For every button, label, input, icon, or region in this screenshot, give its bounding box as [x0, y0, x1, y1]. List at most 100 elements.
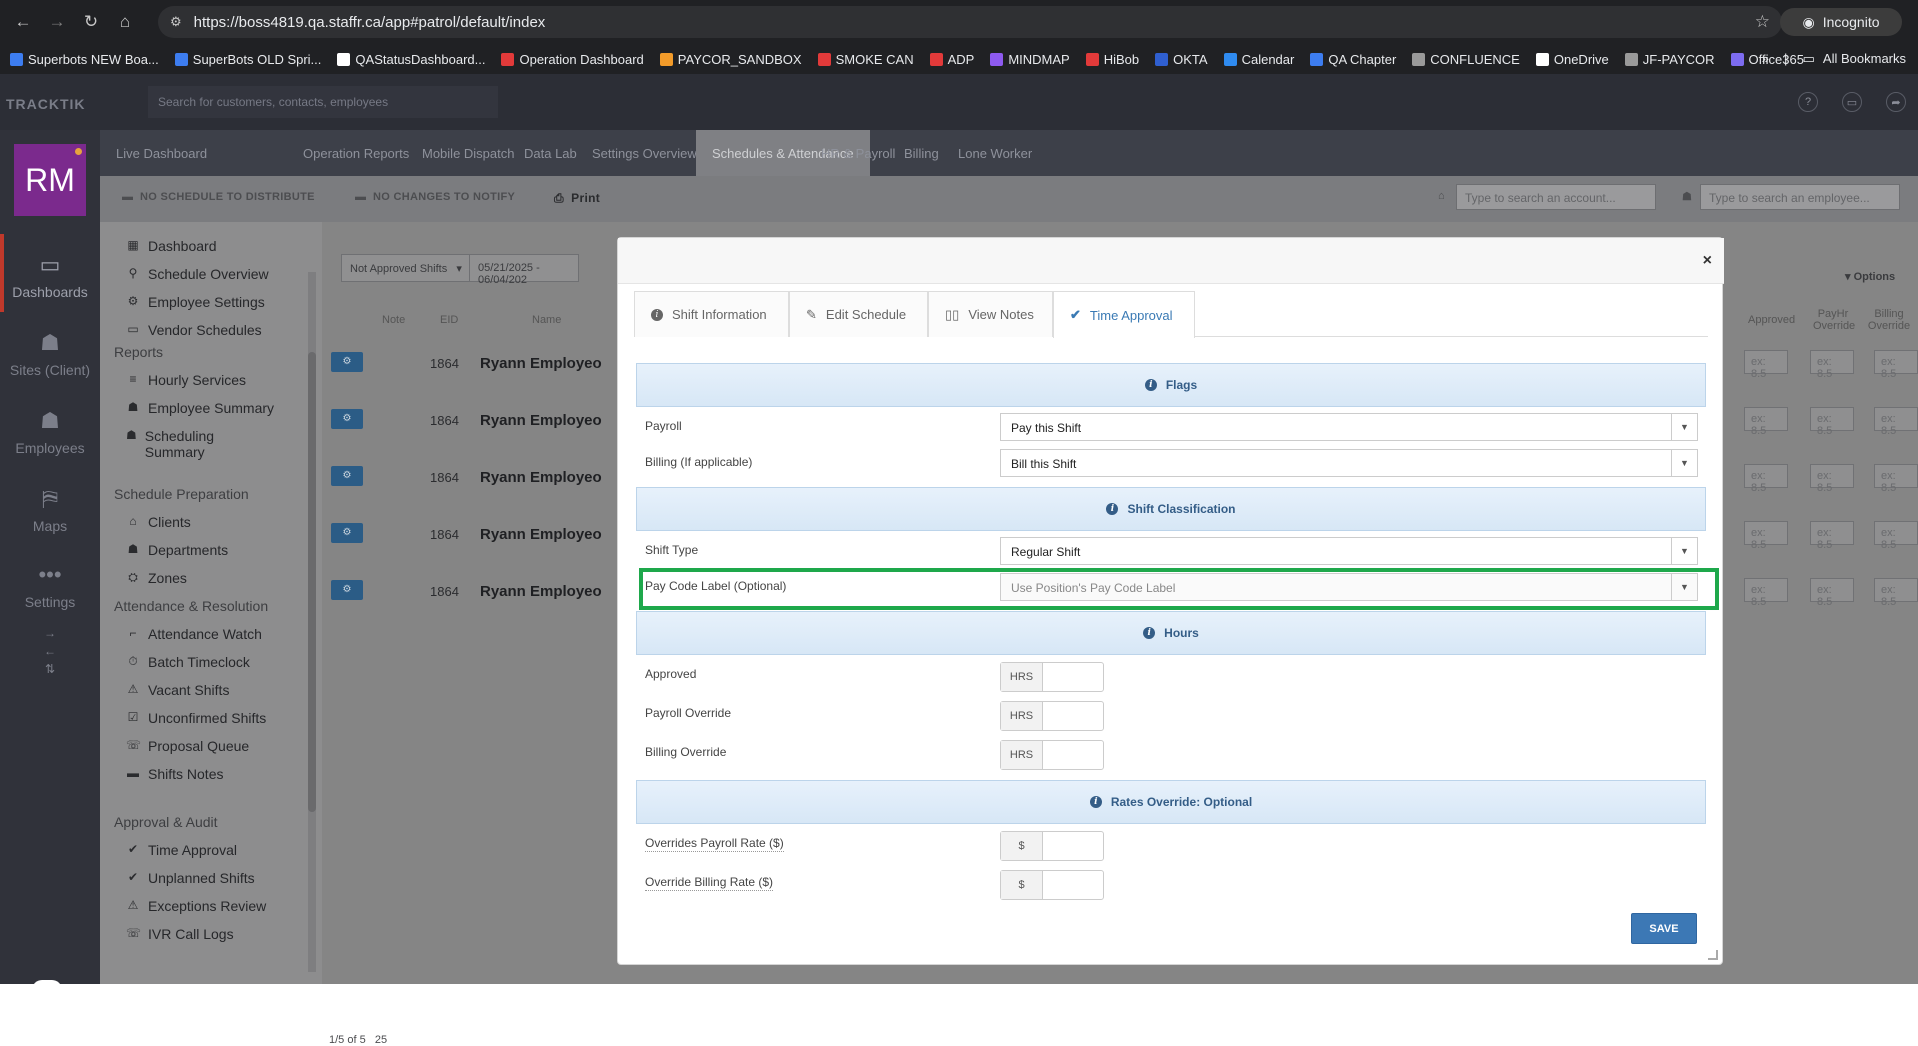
sidebar-item-ivr-call-logs[interactable]: ☏ IVR Call Logs: [126, 926, 234, 942]
sidebar-item-unplanned-shifts[interactable]: ✔ Unplanned Shifts: [126, 870, 255, 886]
forward-icon[interactable]: →: [46, 11, 68, 33]
save-button[interactable]: SAVE: [1631, 913, 1697, 944]
close-icon[interactable]: ×: [1703, 252, 1712, 270]
nav-maps[interactable]: ⛿ Maps: [0, 486, 100, 534]
sidebar-item-dashboard[interactable]: ▦ Dashboard: [126, 238, 216, 254]
address-bar[interactable]: ⚙ https://boss4819.qa.staffr.ca/app#patr…: [158, 6, 1782, 38]
sidebar-item-employee-settings[interactable]: ⚙ Employee Settings: [126, 294, 265, 310]
sidebar-item-departments[interactable]: ☗ Departments: [126, 542, 229, 558]
tab-lone-worker[interactable]: Lone Worker: [958, 130, 1032, 176]
site-info-icon[interactable]: ⚙: [170, 14, 182, 30]
payroll-override-input[interactable]: HRS: [1000, 701, 1104, 731]
tab-settings-overview[interactable]: Settings Overview: [592, 130, 697, 176]
bookmark-star-icon[interactable]: ☆: [1755, 12, 1770, 32]
sidebar-item-unconfirmed-shifts[interactable]: ☑ Unconfirmed Shifts: [126, 710, 267, 726]
nav-sites[interactable]: ☗ Sites (Client): [0, 330, 100, 378]
employee-search-input[interactable]: Type to search an employee...: [1700, 184, 1900, 210]
payhr-override-input[interactable]: ex: 8.5: [1810, 350, 1854, 380]
payhr-override-input[interactable]: ex: 8.5: [1810, 464, 1854, 494]
bookmark-item[interactable]: ADP: [929, 52, 974, 67]
tab-mobile-dispatch[interactable]: Mobile Dispatch: [422, 130, 515, 176]
sidebar-item-schedule-overview[interactable]: ⚲ Schedule Overview: [126, 266, 269, 282]
no-schedule-button[interactable]: ▬ NO SCHEDULE TO DISTRIBUTE: [122, 191, 315, 203]
payroll-select[interactable]: Pay this Shift ▼: [1000, 413, 1698, 441]
payhr-override-input[interactable]: ex: 8.5: [1810, 407, 1854, 437]
nav-dashboards[interactable]: ▭ Dashboards: [0, 252, 100, 300]
date-range-input[interactable]: 05/21/2025 - 06/04/202: [469, 254, 579, 286]
payhr-override-input[interactable]: ex: 8.5: [1810, 578, 1854, 608]
bookmark-item[interactable]: CONFLUENCE: [1412, 52, 1520, 67]
nav-settings[interactable]: ••• Settings: [0, 562, 100, 610]
approved-input[interactable]: ex: 8.5: [1744, 521, 1788, 551]
help-icon[interactable]: ?: [1798, 92, 1818, 112]
sidebar-item-time-approval[interactable]: ✔ Time Approval: [126, 842, 237, 858]
nav-arrows-icon[interactable]: → ← ⇅: [0, 624, 100, 678]
reload-icon[interactable]: ↻: [80, 11, 102, 33]
row-action-button[interactable]: ⚙: [331, 409, 363, 429]
tab-view-notes[interactable]: ▯▯ View Notes: [928, 291, 1053, 337]
all-bookmarks[interactable]: » | ▭ All Bookmarks: [1762, 51, 1906, 67]
bookmark-item[interactable]: QAStatusDashboard...: [337, 52, 485, 67]
bookmark-item[interactable]: OKTA: [1155, 52, 1208, 67]
sidebar-item-hourly-services[interactable]: ≡ Hourly Services: [126, 372, 246, 388]
bookmark-item[interactable]: Calendar: [1223, 52, 1294, 67]
bookmark-item[interactable]: QA Chapter: [1310, 52, 1396, 67]
bookmark-item[interactable]: JF-PAYCOR: [1624, 52, 1715, 67]
sidebar-item-zones[interactable]: ⛭ Zones: [126, 570, 187, 586]
global-search-input[interactable]: Search for customers, contacts, employee…: [148, 86, 498, 118]
display-icon[interactable]: ▭: [1842, 92, 1862, 112]
nav-employees[interactable]: ☗ Employees: [0, 408, 100, 456]
home-icon[interactable]: ⌂: [114, 11, 136, 33]
sidebar-item-clients[interactable]: ⌂ Clients: [126, 514, 190, 530]
sidebar-item-attendance-watch[interactable]: ⌐ Attendance Watch: [126, 626, 261, 642]
tab-operation-reports[interactable]: Operation Reports: [303, 130, 409, 176]
sidebar-item-vendor-schedules[interactable]: ▭ Vendor Schedules: [126, 322, 261, 338]
sidebar-item-batch-timeclock[interactable]: ⏱ Batch Timeclock: [126, 654, 250, 670]
billing-override-input[interactable]: HRS: [1000, 740, 1104, 770]
col-billing-override[interactable]: Billing Override: [1866, 308, 1912, 332]
approved-input[interactable]: ex: 8.5: [1744, 578, 1788, 608]
chat-widget[interactable]: [28, 974, 68, 1010]
billing-override-input[interactable]: ex: 8.5: [1874, 464, 1918, 494]
tab-time-approval[interactable]: ✔ Time Approval: [1053, 291, 1195, 338]
share-icon[interactable]: ➦: [1886, 92, 1906, 112]
bookmark-item[interactable]: PAYCOR_SANDBOX: [659, 52, 802, 67]
no-changes-button[interactable]: ▬ NO CHANGES TO NOTIFY: [355, 191, 515, 203]
row-action-button[interactable]: ⚙: [331, 580, 363, 600]
tab-live-dashboard[interactable]: Live Dashboard: [116, 130, 207, 176]
resize-handle[interactable]: [1708, 950, 1718, 960]
approved-input[interactable]: ex: 8.5: [1744, 407, 1788, 437]
bookmark-item[interactable]: HiBob: [1085, 52, 1139, 67]
options-button[interactable]: ▾ Options: [1845, 270, 1895, 283]
sidebar-item-vacant-shifts[interactable]: ⚠ Vacant Shifts: [126, 682, 230, 698]
status-filter-select[interactable]: Not Approved Shifts ▾: [341, 254, 474, 282]
billing-override-input[interactable]: ex: 8.5: [1874, 578, 1918, 608]
tab-edit-schedule[interactable]: ✎ Edit Schedule: [789, 291, 928, 337]
tab-hr-payroll[interactable]: HR & Payroll: [821, 130, 895, 176]
bookmark-item[interactable]: OneDrive: [1535, 52, 1609, 67]
billing-override-input[interactable]: ex: 8.5: [1874, 407, 1918, 437]
sidebar-item-proposal-queue[interactable]: ☏ Proposal Queue: [126, 738, 249, 754]
shift-type-select[interactable]: Regular Shift ▼: [1000, 537, 1698, 565]
approved-input[interactable]: ex: 8.5: [1744, 464, 1788, 494]
billing-rate-input[interactable]: $: [1000, 870, 1104, 900]
sidebar-item-shifts-notes[interactable]: ▬ Shifts Notes: [126, 766, 223, 782]
sidebar-item-employee-summary[interactable]: ☗ Employee Summary: [126, 400, 274, 416]
tab-billing[interactable]: Billing: [904, 130, 939, 176]
bookmark-item[interactable]: MINDMAP: [990, 52, 1070, 67]
sidebar-scroll-thumb[interactable]: [308, 352, 316, 812]
row-action-button[interactable]: ⚙: [331, 523, 363, 543]
col-note[interactable]: Note: [382, 314, 405, 326]
col-eid[interactable]: EID: [440, 314, 458, 326]
col-payhr-override[interactable]: PayHr Override: [1813, 308, 1855, 332]
approved-input[interactable]: ex: 8.5: [1744, 350, 1788, 380]
incognito-badge[interactable]: ◉ Incognito: [1780, 8, 1902, 36]
bookmark-item[interactable]: Operation Dashboard: [501, 52, 644, 67]
page-size-select[interactable]: 25: [375, 1034, 387, 1046]
row-action-button[interactable]: ⚙: [331, 352, 363, 372]
payroll-rate-input[interactable]: $: [1000, 831, 1104, 861]
col-approved[interactable]: Approved: [1748, 314, 1795, 326]
sidebar-item-scheduling-summary[interactable]: ☗ Scheduling Summary: [126, 428, 236, 460]
tab-shift-information[interactable]: i Shift Information: [634, 291, 789, 337]
back-icon[interactable]: ←: [12, 11, 34, 33]
